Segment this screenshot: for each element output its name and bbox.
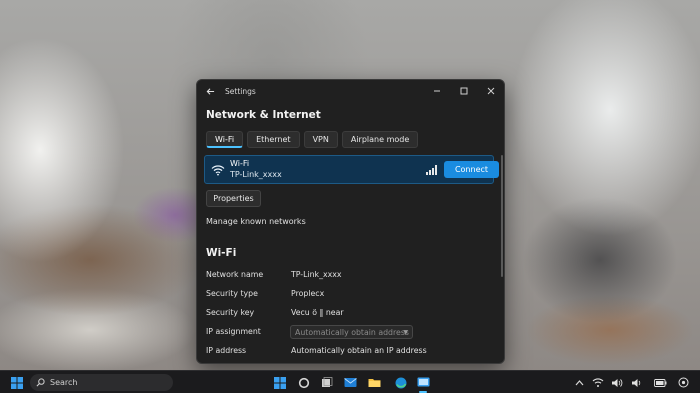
network-ssid: TP-Link_xxxx [230, 170, 282, 179]
settings-window: Settings Network & Internet Wi-Fi Ethern… [196, 79, 505, 364]
app-title: Settings [225, 86, 256, 96]
detail-value: Automatically obtain an IP address [291, 346, 427, 355]
windows-logo-icon [273, 376, 286, 389]
scrollbar[interactable] [501, 155, 503, 277]
detail-value: Proplecx [291, 289, 325, 298]
network-card[interactable]: Wi-Fi TP-Link_xxxx Connect [204, 155, 499, 184]
detail-key: IP assignment [206, 327, 261, 336]
detail-row-security-type: Security type Proplecx [206, 289, 496, 301]
tab-bar: Wi-Fi Ethernet VPN Airplane mode [206, 131, 419, 148]
detail-key: Network name [206, 270, 264, 279]
manage-known-networks-link[interactable]: Manage known networks [206, 217, 306, 226]
wifi-icon [211, 165, 225, 176]
page-title: Network & Internet [206, 109, 321, 121]
edge-browser-button[interactable] [393, 375, 408, 390]
network-type-label: Wi-Fi [230, 159, 250, 168]
title-bar: Settings [197, 80, 504, 102]
detail-row-security-key: Security key Vecu ö ‖ near [206, 308, 496, 320]
window-controls [423, 80, 504, 102]
properties-button[interactable]: Properties [206, 190, 261, 207]
tab-ethernet[interactable]: Ethernet [247, 131, 300, 148]
chevron-up-icon[interactable] [573, 376, 586, 389]
tab-wifi[interactable]: Wi-Fi [206, 131, 244, 148]
detail-key: Security key [206, 308, 255, 317]
close-button[interactable] [477, 80, 504, 102]
minimize-icon [433, 90, 440, 92]
widgets-icon [321, 376, 332, 387]
folder-icon [368, 379, 381, 387]
taskbar: Search [0, 370, 700, 393]
battery-icon[interactable] [654, 376, 667, 389]
detail-value: Vecu ö ‖ near [291, 308, 344, 317]
notifications-icon[interactable] [677, 376, 690, 389]
windows-logo-icon [10, 376, 23, 389]
connect-button[interactable]: Connect [444, 161, 499, 178]
network-tray-icon[interactable] [591, 376, 604, 389]
widgets-button[interactable] [319, 375, 334, 390]
settings-taskbar-button[interactable] [416, 375, 431, 390]
detail-row-ip-address: IP address Automatically obtain an IP ad… [206, 346, 496, 358]
dropdown-value: Automatically obtain address [295, 327, 409, 337]
settings-app-icon [417, 377, 430, 386]
signal-bars-icon [426, 165, 437, 175]
detail-row-network-name: Network name TP-Link_xxxx [206, 270, 496, 282]
chevron-down-icon: ▼ [403, 329, 408, 336]
detail-value: TP-Link_xxxx [291, 270, 342, 279]
search-placeholder: Search [50, 378, 78, 387]
close-icon [487, 87, 494, 95]
ip-assignment-dropdown[interactable]: Automatically obtain address ▼ [290, 325, 413, 339]
arrow-left-icon [206, 87, 214, 95]
mail-button[interactable] [343, 375, 358, 390]
start-button[interactable] [9, 375, 24, 390]
minimize-button[interactable] [423, 80, 450, 102]
task-view-icon [298, 377, 309, 388]
speaker-icon[interactable] [630, 376, 643, 389]
taskbar-search[interactable]: Search [30, 374, 173, 391]
taskbar-start-pinned[interactable] [272, 375, 287, 390]
file-explorer-button[interactable] [367, 375, 382, 390]
edge-icon [395, 377, 406, 388]
tab-airplane-mode[interactable]: Airplane mode [341, 131, 419, 148]
detail-key: IP address [206, 346, 247, 355]
detail-row-ip-assignment: IP assignment Automatically obtain addre… [206, 325, 496, 339]
volume-icon[interactable] [610, 376, 623, 389]
back-button[interactable] [203, 84, 217, 98]
task-view-button[interactable] [296, 375, 311, 390]
detail-key: Security type [206, 289, 258, 298]
tab-vpn[interactable]: VPN [303, 131, 338, 148]
maximize-button[interactable] [450, 80, 477, 102]
maximize-icon [460, 87, 467, 95]
mail-icon [344, 378, 357, 387]
search-icon [36, 378, 45, 387]
wifi-section-title: Wi-Fi [206, 247, 237, 259]
